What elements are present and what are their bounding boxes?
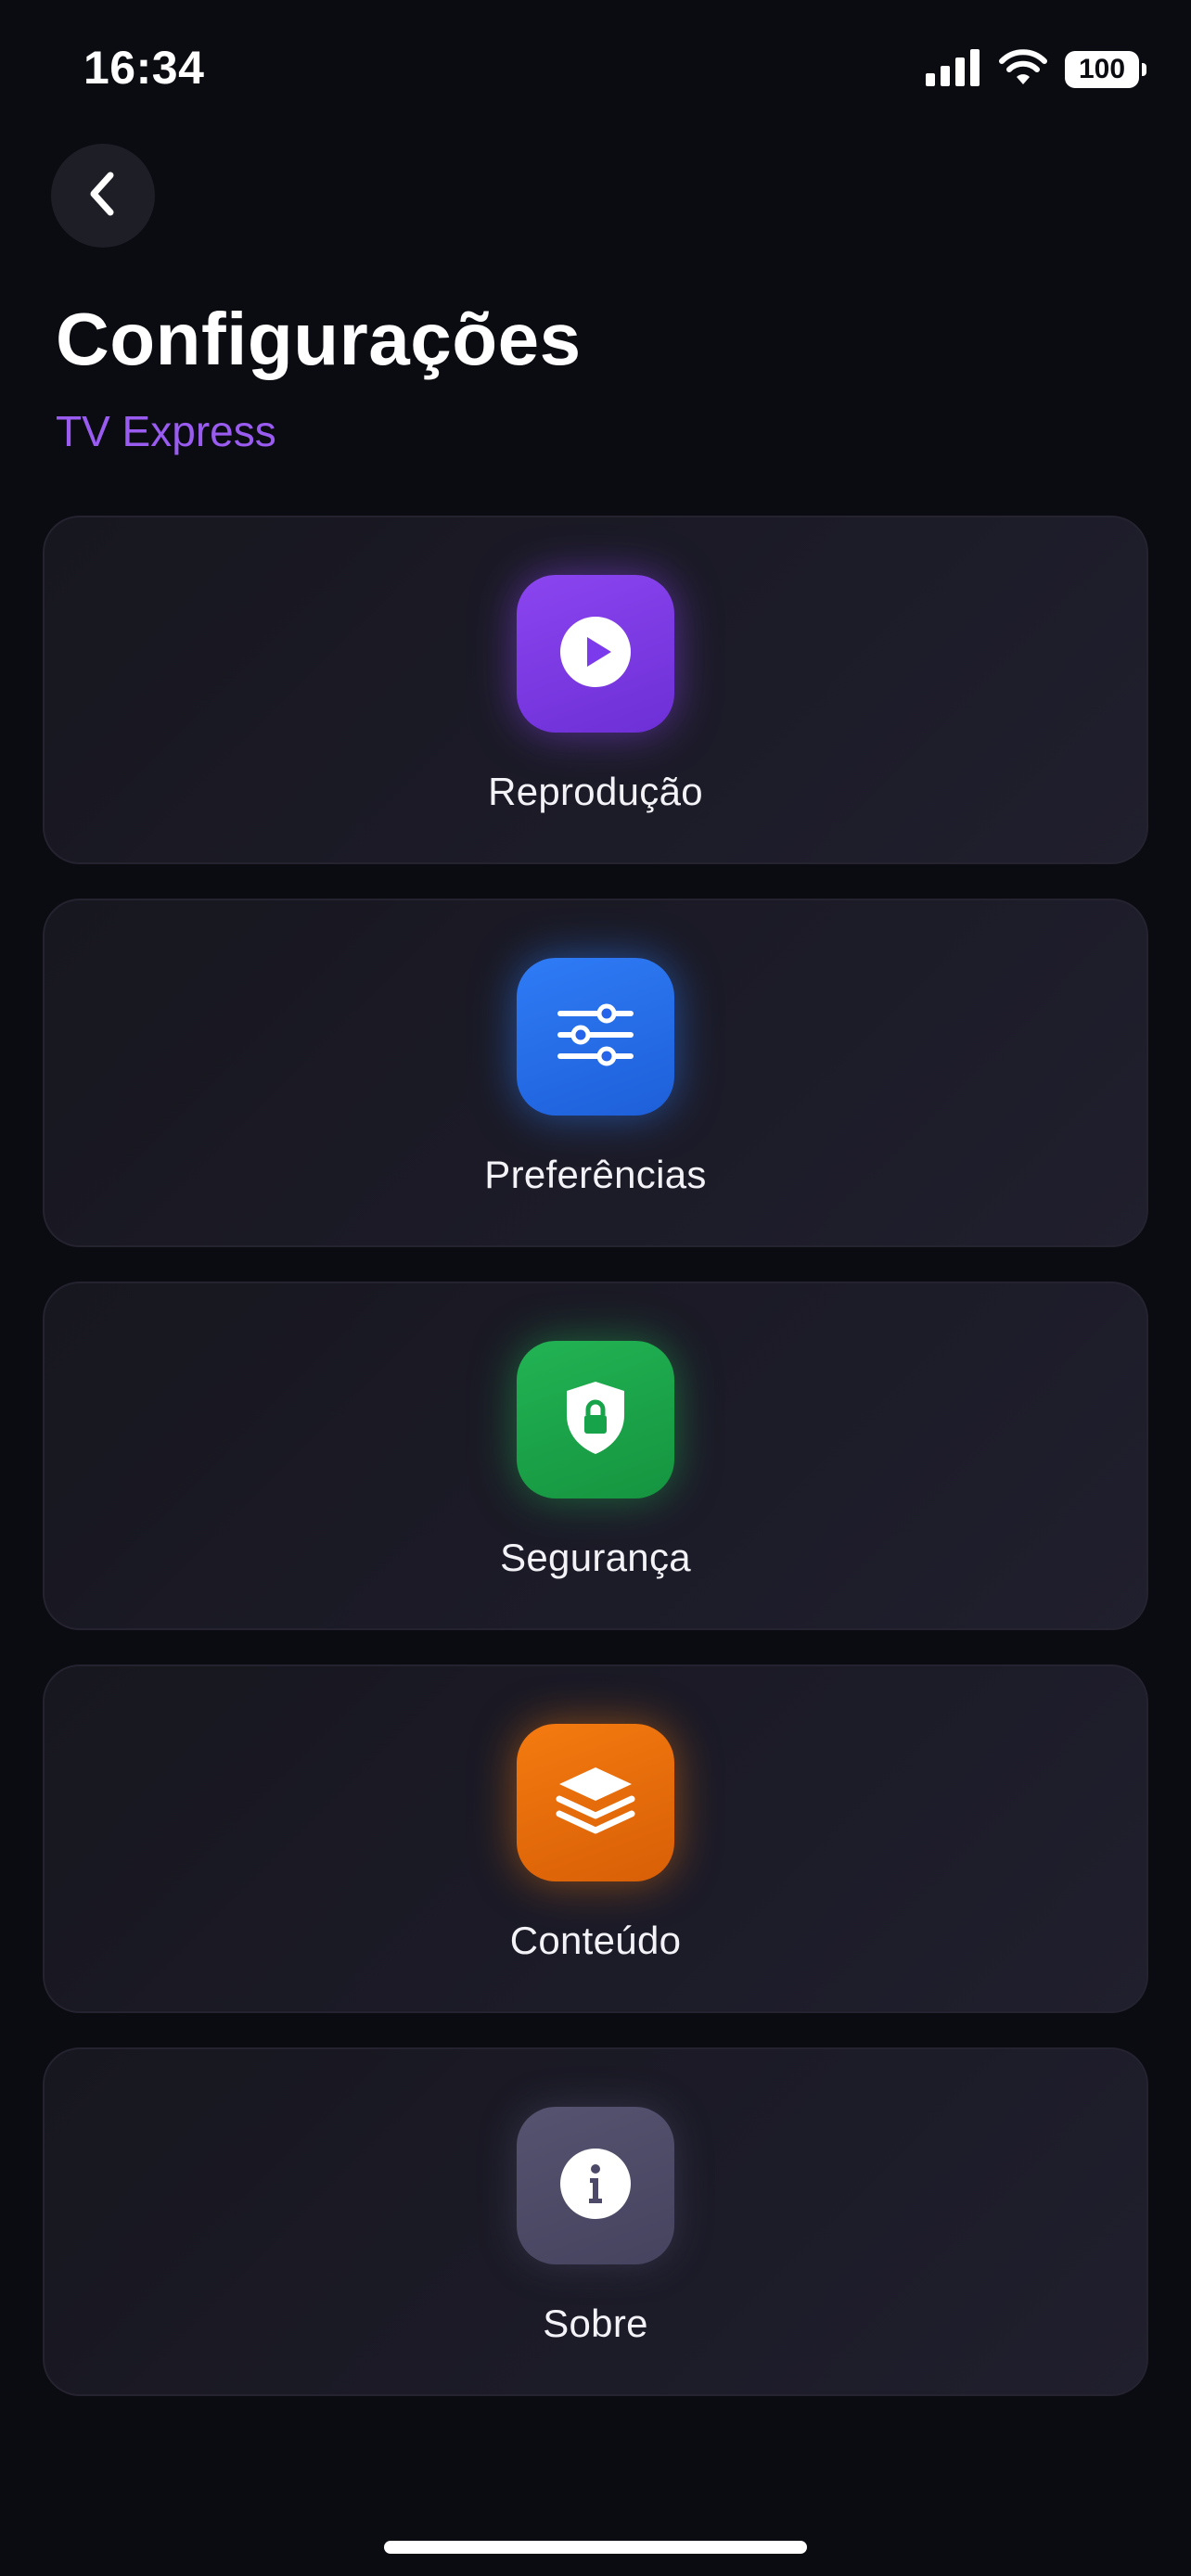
page-subtitle: TV Express <box>56 407 276 455</box>
chevron-left-icon <box>84 168 122 224</box>
card-icon-tile <box>517 575 674 733</box>
layers-icon <box>556 1764 635 1843</box>
sliders-icon <box>557 1002 634 1072</box>
card-seguranca[interactable]: Segurança <box>43 1282 1148 1630</box>
card-sobre[interactable]: Sobre <box>43 2047 1148 2396</box>
card-label: Preferências <box>484 1153 707 1196</box>
card-label: Segurança <box>500 1536 691 1579</box>
status-time: 16:34 <box>83 42 205 94</box>
wifi-icon <box>998 48 1048 91</box>
card-reproducao[interactable]: Reprodução <box>43 516 1148 864</box>
card-preferencias[interactable]: Preferências <box>43 899 1148 1247</box>
back-button[interactable] <box>51 144 155 248</box>
status-icons: 100 <box>926 46 1146 93</box>
cellular-signal-icon <box>926 48 981 91</box>
card-icon-tile <box>517 958 674 1116</box>
card-icon-tile <box>517 1341 674 1498</box>
card-icon-tile <box>517 1724 674 1881</box>
shield-lock-icon <box>563 1380 628 1460</box>
settings-card-list: Reprodução Preferências Segurança Conteú… <box>43 516 1148 2430</box>
page-title: Configurações <box>56 298 582 380</box>
info-icon <box>558 2147 633 2225</box>
home-indicator[interactable] <box>384 2541 807 2554</box>
status-bar: 16:34 100 <box>0 0 1191 139</box>
card-label: Sobre <box>543 2302 648 2345</box>
battery-level: 100 <box>1078 54 1126 84</box>
play-icon <box>558 615 633 694</box>
battery-icon: 100 <box>1065 51 1146 88</box>
card-label: Reprodução <box>488 770 703 813</box>
card-label: Conteúdo <box>509 1919 682 1962</box>
card-conteudo[interactable]: Conteúdo <box>43 1664 1148 2013</box>
card-icon-tile <box>517 2107 674 2264</box>
